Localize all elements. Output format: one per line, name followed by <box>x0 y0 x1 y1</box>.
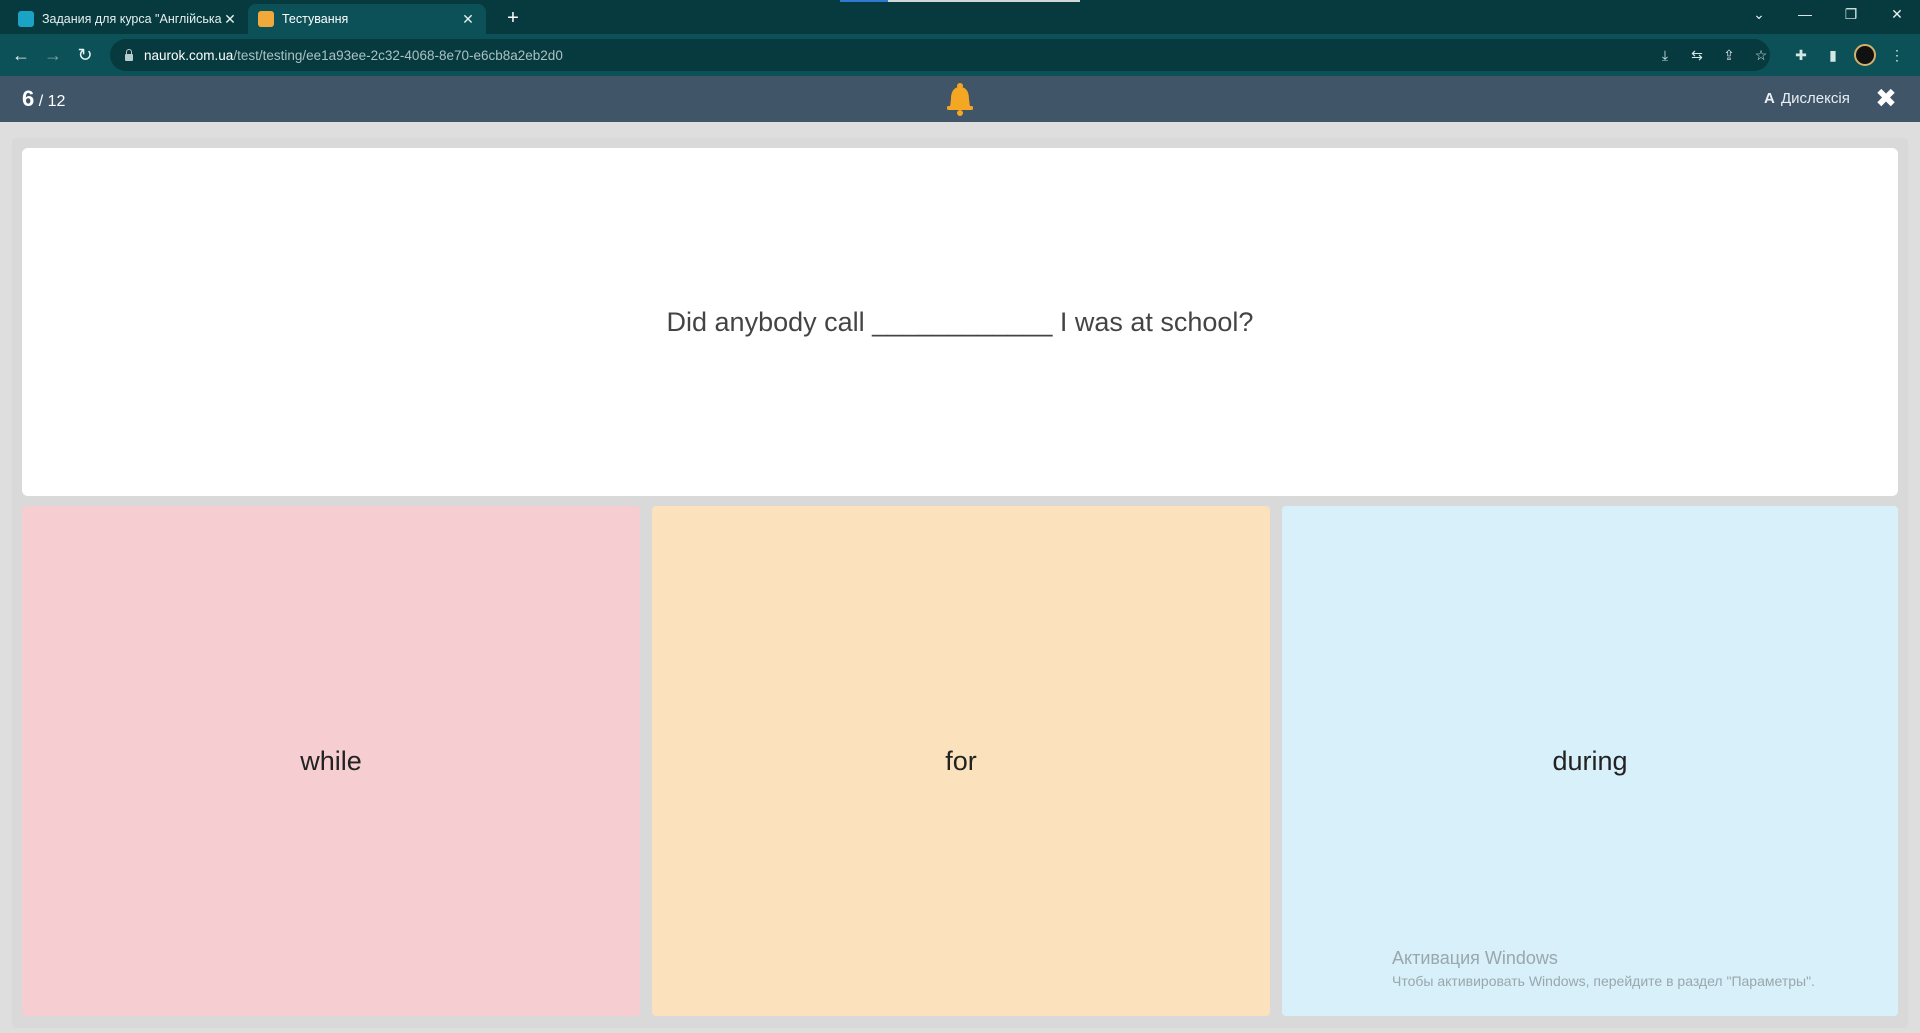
install-app-icon[interactable]: ⤓ <box>1654 44 1676 66</box>
answer-label: for <box>945 745 977 776</box>
back-arrow-icon[interactable]: ← <box>8 42 34 68</box>
lock-icon <box>122 48 136 62</box>
window-close-icon[interactable]: ✕ <box>1874 0 1920 30</box>
reload-icon[interactable]: ↻ <box>72 42 98 68</box>
close-tab-icon[interactable]: ✕ <box>222 11 238 28</box>
extensions-puzzle-icon[interactable]: ✚ <box>1790 44 1812 66</box>
tab-title: Тестування <box>282 12 349 26</box>
share-icon[interactable]: ⇪ <box>1718 44 1740 66</box>
dyslexia-label: Дислексія <box>1781 90 1850 107</box>
loading-indicator <box>840 0 1080 2</box>
windows-activation-watermark: Активация Windows Чтобы активировать Win… <box>1392 948 1815 989</box>
url-host: naurok.com.ua <box>144 47 234 63</box>
answer-label: during <box>1552 745 1628 776</box>
menu-kebab-icon[interactable]: ⋮ <box>1886 44 1908 66</box>
watermark-subtitle: Чтобы активировать Windows, перейдите в … <box>1392 973 1815 989</box>
answer-option-for[interactable]: for <box>652 506 1270 1016</box>
address-bar[interactable]: naurok.com.ua/test/testing/ee1a93ee-2c32… <box>110 39 1770 71</box>
dyslexia-toggle[interactable]: A Дислексія <box>1764 90 1850 107</box>
minimize-icon[interactable]: — <box>1782 0 1828 30</box>
question-text: Did anybody call ____________ I was at s… <box>666 306 1254 337</box>
answer-label: while <box>300 745 362 776</box>
close-tab-icon[interactable]: ✕ <box>460 11 476 28</box>
new-tab-button[interactable]: + <box>500 6 526 32</box>
forward-arrow-icon[interactable]: → <box>40 42 66 68</box>
watermark-title: Активация Windows <box>1392 948 1558 968</box>
naurok-favicon-icon <box>258 11 274 27</box>
question-counter: 6 / 12 <box>22 86 65 112</box>
translate-icon[interactable]: ⇆ <box>1686 44 1708 66</box>
answer-option-during[interactable]: during <box>1282 506 1898 1016</box>
browser-tab-course-tasks[interactable]: Задания для курса "Англійська ✕ <box>8 4 248 34</box>
total-questions: / 12 <box>38 93 66 110</box>
bookmark-star-icon[interactable]: ☆ <box>1750 44 1772 66</box>
quiz-body: Did anybody call ____________ I was at s… <box>12 138 1908 1028</box>
url-path: /test/testing/ee1a93ee-2c32-4068-8e70-e6… <box>233 47 563 63</box>
side-panel-icon[interactable]: ▮ <box>1822 44 1844 66</box>
classroom-favicon-icon <box>18 11 34 27</box>
question-card: Did anybody call ____________ I was at s… <box>22 148 1898 496</box>
profile-avatar[interactable] <box>1854 44 1876 66</box>
restore-icon[interactable]: ❐ <box>1828 0 1874 30</box>
tab-search-chevron-down-icon[interactable]: ⌄ <box>1736 0 1782 30</box>
tab-title: Задания для курса "Англійська <box>42 12 222 26</box>
bell-icon[interactable] <box>944 82 976 116</box>
font-a-icon: A <box>1764 90 1775 107</box>
current-question-number: 6 <box>22 86 35 111</box>
browser-tabstrip: Задания для курса "Англійська ✕ Тестуван… <box>0 0 1920 34</box>
answer-option-while[interactable]: while <box>22 506 640 1016</box>
close-quiz-icon[interactable]: ✖ <box>1872 84 1900 112</box>
browser-toolbar: ← → ↻ naurok.com.ua/test/testing/ee1a93e… <box>0 34 1920 76</box>
browser-tab-testing[interactable]: Тестування ✕ <box>248 4 486 34</box>
quiz-header: 6 / 12 A Дислексія ✖ <box>0 76 1920 122</box>
